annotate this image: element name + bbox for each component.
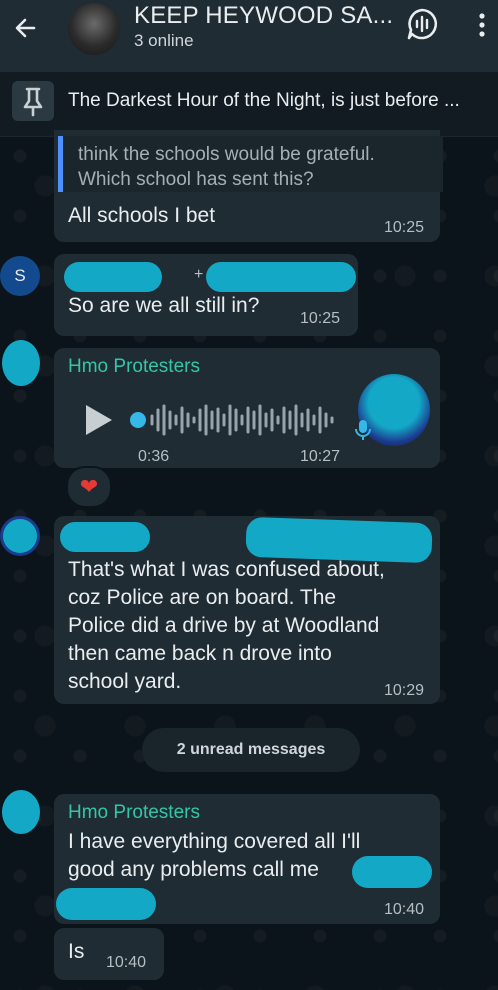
message-time: 10:40	[384, 901, 425, 918]
sender-name[interactable]: Hmo Protesters	[68, 356, 200, 378]
sender-avatar[interactable]	[2, 340, 40, 386]
redacted-name	[64, 262, 162, 292]
message-time: 10:27	[300, 448, 341, 465]
pinned-message-text: The Darkest Hour of the Night, is just b…	[68, 90, 460, 111]
quoted-text-line: think the schools would be grateful.	[78, 144, 375, 165]
sender-avatar[interactable]: S	[0, 256, 40, 296]
pin-icon-box	[12, 81, 54, 121]
more-options-icon[interactable]	[470, 10, 494, 40]
redacted-phone	[56, 888, 156, 920]
sender-name[interactable]: Hmo Protesters	[68, 802, 200, 824]
voice-chat-icon[interactable]	[404, 6, 440, 42]
message-time: 10:29	[384, 682, 425, 699]
chat-header: KEEP HEYWOOD SA... 3 online	[0, 0, 498, 72]
quoted-text-line: Which school has sent this?	[78, 169, 314, 190]
sender-plus-sign: +	[194, 266, 204, 283]
pin-icon	[23, 87, 43, 117]
online-status: 3 online	[134, 31, 194, 50]
message-text-line: I have everything covered all I'll	[68, 830, 361, 853]
message-text-line: That's what I was confused about,	[68, 558, 385, 581]
message-time: 10:25	[300, 310, 341, 327]
message-time: 10:25	[384, 219, 425, 236]
group-title[interactable]: KEEP HEYWOOD SA...	[134, 2, 393, 30]
message-time: 10:40	[106, 954, 147, 971]
redacted-phone	[352, 856, 432, 888]
message-text: Is	[68, 940, 85, 963]
heart-reaction[interactable]: ❤	[66, 466, 112, 508]
redacted-name	[60, 522, 150, 552]
message-text-line: Police did a drive by at Woodland	[68, 614, 380, 637]
message-text-line: then came back n drove into	[68, 642, 332, 665]
audio-waveform[interactable]	[128, 400, 348, 440]
redacted-phone	[206, 262, 356, 292]
voice-duration: 0:36	[138, 448, 170, 465]
message-text: So are we all still in?	[68, 294, 260, 317]
message-text-line: good any problems call me	[68, 858, 319, 881]
message-text-line: coz Police are on board. The	[68, 586, 337, 609]
message-text: All schools I bet	[68, 204, 216, 227]
pinned-message-bar[interactable]: The Darkest Hour of the Night, is just b…	[0, 72, 498, 137]
sender-avatar[interactable]	[2, 790, 40, 834]
sender-avatar[interactable]	[0, 516, 40, 556]
play-icon[interactable]	[82, 402, 116, 438]
message-text-line: school yard.	[68, 670, 182, 693]
group-avatar[interactable]	[68, 3, 120, 55]
microphone-icon	[355, 420, 371, 440]
unread-messages-divider: 2 unread messages	[142, 728, 360, 772]
back-arrow-icon[interactable]	[8, 10, 44, 46]
